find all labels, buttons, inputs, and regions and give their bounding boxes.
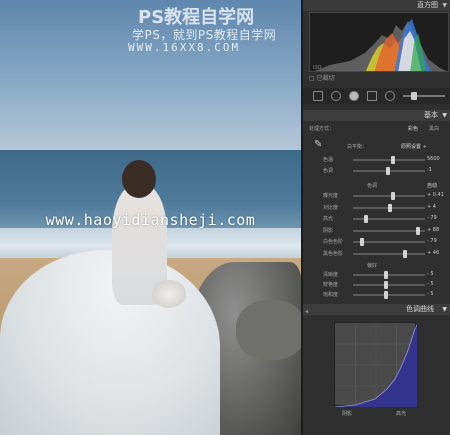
curve-collapse-icon[interactable]: ▼	[442, 304, 447, 315]
bride-head	[122, 160, 156, 198]
slider-knob[interactable]	[415, 226, 420, 235]
tone-label: 色调	[367, 183, 378, 189]
spot-removal-icon[interactable]	[349, 91, 359, 101]
slider-knob[interactable]	[359, 238, 364, 246]
adjust-slider-track[interactable]	[353, 167, 425, 175]
histogram-graph	[315, 19, 446, 71]
slider-knob[interactable]	[384, 291, 389, 299]
tone-curve-svg	[334, 323, 418, 408]
slider-label: 清晰度	[323, 272, 339, 278]
curve-section-title: 色调曲线	[406, 305, 434, 313]
slider-label: 白色色阶	[323, 239, 344, 245]
slider-label: 曝光度	[323, 193, 339, 199]
histogram-header[interactable]: 直方图 ▼	[303, 0, 450, 11]
redeye-tool-icon[interactable]	[367, 91, 377, 101]
slider-value[interactable]: - 79	[427, 238, 437, 244]
slider-label: 黑色色阶	[323, 250, 344, 257]
adjust-slider-track[interactable]	[353, 291, 425, 299]
slider-value[interactable]: -1	[427, 167, 432, 173]
adjust-slider-track[interactable]	[353, 192, 425, 200]
adjust-slider-track[interactable]	[353, 156, 425, 164]
tone-auto-button[interactable]: 自动	[427, 182, 437, 189]
slider-knob[interactable]	[390, 156, 395, 164]
histogram-title: 直方图	[417, 1, 438, 9]
eyedropper-icon[interactable]: ✎	[314, 140, 324, 152]
slider-value[interactable]: 5600	[427, 156, 440, 162]
slider-value[interactable]: + 4	[427, 204, 436, 210]
curve-section-header[interactable]: 色调曲线 ▼	[303, 304, 450, 315]
tool-strip	[303, 88, 450, 104]
curve-shadows-label: 阴影	[342, 411, 353, 417]
slider-label: 高光	[323, 216, 334, 222]
slider-value[interactable]: - 5	[427, 291, 434, 297]
photo-canvas: PS教程自学网 学PS，就到PS教程自学网 WWW.16XX8.COM www.…	[0, 0, 301, 435]
slider-label: 对比度	[323, 204, 339, 211]
slider-value[interactable]: - 5	[427, 281, 434, 287]
basic-section-title: 基本	[424, 111, 438, 119]
slider-value[interactable]: - 5	[427, 271, 434, 277]
grid-tool-icon[interactable]	[313, 91, 323, 101]
slider-knob[interactable]	[391, 192, 396, 200]
watermark-site: www.haoyidiansheji.com	[45, 211, 256, 229]
tone-curve-graph[interactable]	[334, 322, 418, 408]
histogram-iso-label: ISO	[313, 65, 322, 71]
watermark-url: WWW.16XX8.COM	[128, 41, 241, 54]
slider-value[interactable]: + 88	[427, 227, 439, 233]
wb-label: 白平衡：	[347, 144, 368, 150]
slider-knob[interactable]	[402, 249, 407, 258]
slider-knob[interactable]	[384, 281, 389, 289]
histogram-checkbox[interactable]: □ 已裁切	[309, 73, 335, 82]
collapse-triangle-icon[interactable]: ▼	[442, 0, 447, 11]
slider-label: 色调	[323, 168, 334, 174]
bouquet	[152, 280, 186, 308]
adjust-slider-track[interactable]	[353, 238, 425, 246]
adjust-slider-track[interactable]	[353, 226, 425, 235]
slider-value[interactable]: + 0.41	[427, 192, 444, 198]
slider-label: 鲜艳度	[323, 282, 339, 288]
adjust-slider-track[interactable]	[353, 281, 425, 289]
slider-value[interactable]: - 79	[427, 215, 437, 221]
slider-label: 阴影	[323, 227, 334, 234]
treatment-bw-option[interactable]: 黑白	[429, 125, 439, 132]
slider-knob[interactable]	[363, 215, 368, 223]
histogram-checkbox-label: 已裁切	[316, 75, 335, 82]
app-root: PS教程自学网 学PS，就到PS教程自学网 WWW.16XX8.COM www.…	[0, 0, 450, 435]
basic-section-header[interactable]: 基本 ▼	[303, 110, 450, 121]
treatment-color-option[interactable]: 彩色	[408, 125, 418, 132]
slider-label: 色温	[323, 157, 334, 163]
slider-value[interactable]: + 46	[427, 250, 439, 256]
adjust-slider-track[interactable]	[353, 203, 425, 212]
crop-tool-icon[interactable]	[331, 91, 341, 101]
rock-detail	[236, 300, 301, 360]
tool-size-slider[interactable]	[403, 92, 445, 100]
slider-label: 饱和度	[323, 292, 339, 298]
adjust-slider-track[interactable]	[353, 271, 425, 279]
slider-knob[interactable]	[388, 203, 393, 212]
histogram: ISO	[309, 12, 449, 72]
presence-label: 偏好	[367, 263, 378, 269]
basic-collapse-icon[interactable]: ▼	[442, 110, 447, 121]
adjust-slider-track[interactable]	[353, 215, 425, 223]
slider-knob[interactable]	[384, 271, 389, 279]
wb-dropdown[interactable]: 原照设置 ÷	[401, 143, 427, 150]
gradient-tool-icon[interactable]	[385, 91, 395, 101]
left-panel-arrow-icon[interactable]: ◂	[305, 308, 308, 315]
adjust-slider-track[interactable]	[353, 249, 425, 258]
curve-highlights-label: 高光	[396, 411, 407, 417]
slider-knob[interactable]	[386, 167, 391, 175]
treatment-label: 处理方式：	[309, 126, 335, 132]
